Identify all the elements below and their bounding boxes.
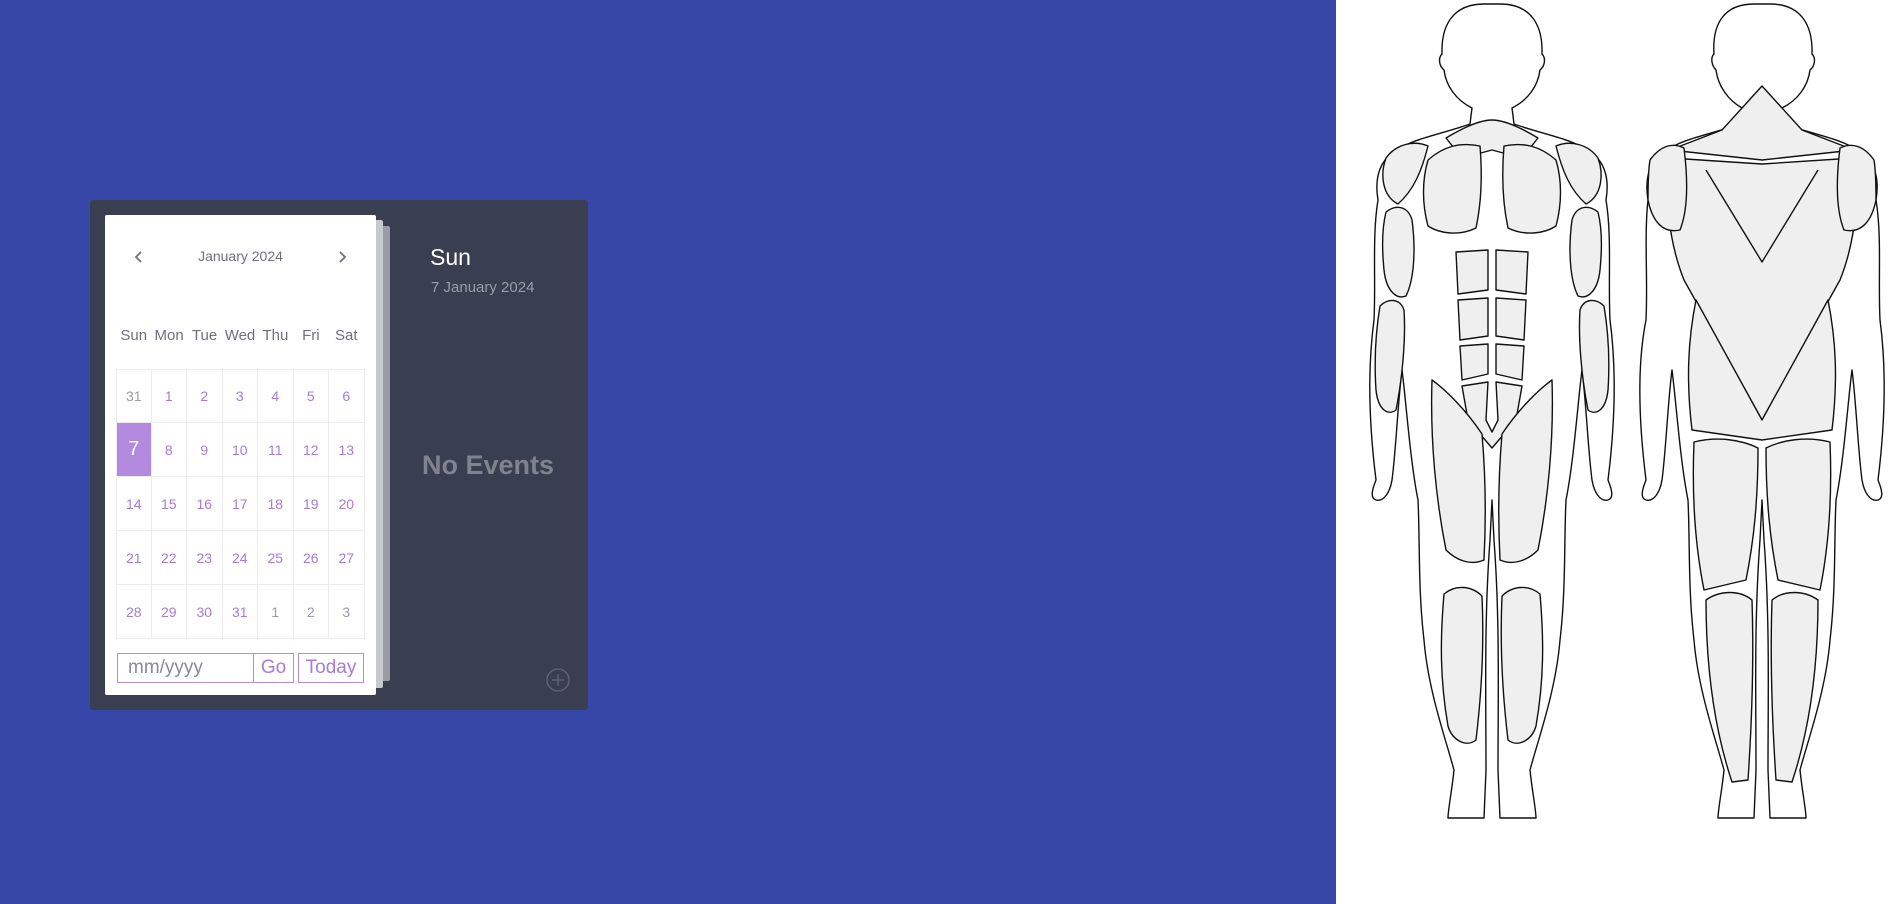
anatomy-panel	[1336, 0, 1904, 904]
day-cell[interactable]: 15	[151, 477, 187, 531]
day-cell[interactable]: 8	[151, 423, 187, 477]
day-cell[interactable]: 30	[187, 585, 223, 639]
day-cell[interactable]: 13	[329, 423, 365, 477]
day-cell[interactable]: 2	[293, 585, 329, 639]
day-cell[interactable]: 18	[258, 477, 294, 531]
day-cell[interactable]: 19	[293, 477, 329, 531]
month-year-input[interactable]	[117, 653, 253, 683]
day-cell[interactable]: 6	[329, 369, 365, 423]
day-cell[interactable]: 31	[116, 369, 152, 423]
go-button[interactable]: Go	[253, 653, 294, 683]
day-cell[interactable]: 2	[187, 369, 223, 423]
weekday-label: Fri	[302, 327, 320, 344]
day-cell[interactable]: 11	[258, 423, 294, 477]
month-navigation: January 2024	[105, 245, 376, 269]
weekday-header: Sun Mon Tue Wed Thu Fri Sat	[116, 327, 364, 344]
day-cell[interactable]: 22	[151, 531, 187, 585]
day-cell-selected[interactable]: 7	[116, 423, 152, 477]
weekday-label: Sat	[334, 327, 358, 344]
day-cell[interactable]: 10	[222, 423, 258, 477]
day-cell[interactable]: 16	[187, 477, 223, 531]
back-view	[1639, 3, 1885, 819]
calendar-page: January 2024 Sun Mon Tue Wed Thu Fri Sat…	[105, 215, 376, 695]
day-cell[interactable]: 21	[116, 531, 152, 585]
add-event-button[interactable]	[546, 668, 570, 692]
chevron-right-icon	[339, 251, 347, 263]
day-cell[interactable]: 24	[222, 531, 258, 585]
weekday-label: Sun	[120, 327, 148, 344]
day-cell[interactable]: 1	[151, 369, 187, 423]
weekday-label: Tue	[191, 327, 218, 344]
day-cell[interactable]: 5	[293, 369, 329, 423]
day-cell[interactable]: 3	[222, 369, 258, 423]
day-cell[interactable]: 14	[116, 477, 152, 531]
weekday-label: Mon	[154, 327, 184, 344]
day-cell[interactable]: 31	[222, 585, 258, 639]
front-view	[1369, 3, 1615, 819]
day-cell[interactable]: 27	[329, 531, 365, 585]
plus-circle-icon	[546, 668, 570, 692]
jump-to-date-form: Go Today	[117, 653, 364, 683]
no-events-message: No Events	[422, 450, 555, 480]
weekday-label: Thu	[262, 327, 289, 344]
day-cell[interactable]: 17	[222, 477, 258, 531]
day-cell[interactable]: 20	[329, 477, 365, 531]
today-button[interactable]: Today	[298, 653, 364, 683]
day-cell[interactable]: 29	[151, 585, 187, 639]
selected-full-date: 7 January 2024	[431, 279, 535, 296]
day-cell[interactable]: 12	[293, 423, 329, 477]
day-cell[interactable]: 3	[329, 585, 365, 639]
day-cell[interactable]: 23	[187, 531, 223, 585]
weekday-label: Wed	[224, 327, 256, 344]
day-cell[interactable]: 4	[258, 369, 294, 423]
day-grid: 31 1 2 3 4 5 6 7 8 9 10 11 12 13 14 15 16 17 18 19 20 21 22 23 2…	[116, 369, 365, 639]
day-cell[interactable]: 28	[116, 585, 152, 639]
selected-day-name: Sun	[430, 244, 471, 270]
day-cell[interactable]: 9	[187, 423, 223, 477]
muscle-anatomy-figure	[1369, 3, 1885, 819]
day-cell[interactable]: 25	[258, 531, 294, 585]
day-cell[interactable]: 1	[258, 585, 294, 639]
next-month-button[interactable]	[330, 245, 354, 269]
day-cell[interactable]: 26	[293, 531, 329, 585]
